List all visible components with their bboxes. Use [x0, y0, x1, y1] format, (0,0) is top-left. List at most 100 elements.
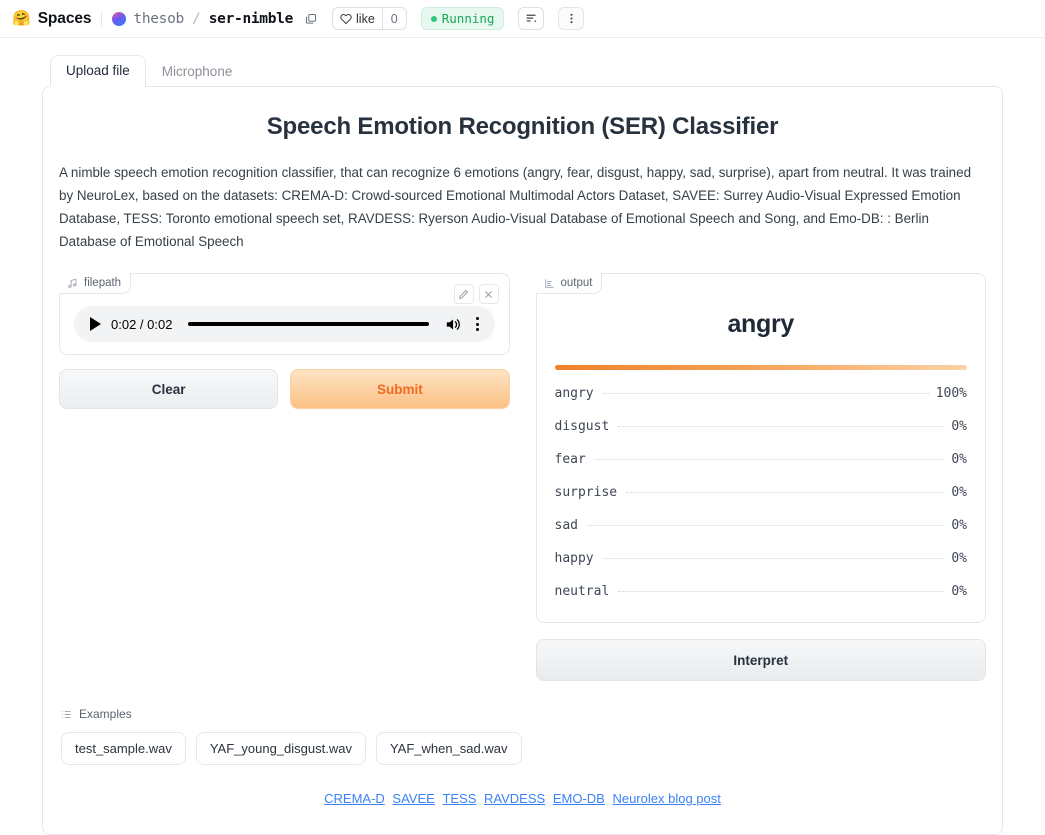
- status-dot-icon: [430, 15, 437, 22]
- logs-button[interactable]: [518, 7, 545, 30]
- footer-links: CREMA-D SAVEE TESS RAVDESS EMO-DB Neurol…: [57, 791, 988, 812]
- spaces-product-label[interactable]: Spaces: [38, 10, 92, 28]
- footer-link-emo-db[interactable]: EMO-DB: [553, 791, 605, 806]
- example-list: test_sample.wav YAF_young_disgust.wav YA…: [61, 732, 984, 766]
- confidence-row: sad 0%: [555, 509, 968, 542]
- page-title: Speech Emotion Recognition (SER) Classif…: [266, 113, 779, 140]
- confidence-row: neutral 0%: [555, 575, 968, 608]
- clear-button[interactable]: Clear: [59, 369, 279, 410]
- site-header: 🤗 Spaces thesob / ser-nimble like 0 Runn…: [0, 0, 1045, 38]
- confidence-value: 0%: [951, 419, 967, 435]
- leader-dots: [626, 492, 945, 494]
- confidence-value: 100%: [935, 386, 967, 402]
- like-label: like: [356, 11, 375, 26]
- leader-dots: [602, 393, 929, 395]
- footer-link-tess[interactable]: TESS: [442, 791, 476, 806]
- audio-time: 0:02 / 0:02: [111, 316, 173, 332]
- close-icon: [485, 290, 492, 298]
- header-divider: [101, 11, 103, 26]
- huggingface-logo-icon: 🤗: [12, 10, 31, 27]
- confidence-label: sad: [554, 518, 578, 534]
- content-columns: filepath 0:02 / 0:02 Clear Submit output…: [57, 273, 988, 682]
- confidence-row: fear 0%: [555, 443, 968, 476]
- footer-link-savee[interactable]: SAVEE: [392, 791, 434, 806]
- confidence-row: happy 0%: [555, 542, 968, 575]
- leader-dots: [602, 558, 945, 560]
- owner-avatar[interactable]: [112, 11, 127, 26]
- status-label: Running: [441, 11, 495, 26]
- audio-menu-icon[interactable]: [472, 317, 483, 332]
- lines-icon: [526, 14, 537, 23]
- footer-link-blog-post[interactable]: Neurolex blog post: [612, 791, 720, 806]
- confidence-label: neutral: [554, 584, 610, 600]
- clear-audio-button[interactable]: [478, 284, 499, 305]
- confidence-value: 0%: [951, 518, 967, 534]
- play-button-icon[interactable]: [90, 317, 101, 332]
- main-panel: Speech Emotion Recognition (SER) Classif…: [42, 86, 1003, 835]
- edit-audio-button[interactable]: [453, 284, 474, 305]
- submit-button[interactable]: Submit: [290, 369, 510, 410]
- confidence-label: disgust: [554, 419, 610, 435]
- kebab-menu-icon: [570, 13, 573, 24]
- like-group[interactable]: like 0: [332, 7, 407, 30]
- input-column: filepath 0:02 / 0:02 Clear Submit: [59, 273, 510, 681]
- filepath-label: filepath: [59, 273, 132, 295]
- interpret-button[interactable]: Interpret: [535, 639, 986, 682]
- footer-link-crema-d[interactable]: CREMA-D: [324, 791, 385, 806]
- tab-upload-file[interactable]: Upload file: [50, 55, 146, 87]
- gradio-app: Upload file Microphone Speech Emotion Re…: [0, 38, 1045, 835]
- bar-chart-icon: [544, 279, 554, 288]
- examples-title: Examples: [79, 707, 132, 722]
- leader-dots: [586, 525, 945, 527]
- confidence-label: surprise: [554, 485, 618, 501]
- audio-input-block: filepath 0:02 / 0:02: [59, 273, 510, 356]
- example-item[interactable]: YAF_when_sad.wav: [375, 732, 522, 766]
- filepath-label-text: filepath: [84, 277, 122, 290]
- confidence-value: 0%: [951, 452, 967, 468]
- breadcrumb-separator: /: [191, 10, 201, 27]
- tab-microphone[interactable]: Microphone: [146, 56, 249, 87]
- predicted-label: angry: [727, 310, 795, 339]
- tab-bar: Upload file Microphone: [42, 55, 1003, 87]
- pencil-icon: [458, 289, 469, 299]
- leader-dots: [618, 591, 945, 593]
- example-item[interactable]: YAF_young_disgust.wav: [195, 732, 366, 766]
- audio-tools: [453, 284, 499, 305]
- status-badge: Running: [420, 7, 505, 30]
- confidence-bar: [554, 365, 967, 371]
- owner-name[interactable]: thesob: [133, 11, 184, 27]
- footer-link-ravdess[interactable]: RAVDESS: [484, 791, 545, 806]
- examples-section: Examples test_sample.wav YAF_young_disgu…: [57, 707, 988, 766]
- like-count: 0: [381, 8, 406, 29]
- volume-icon[interactable]: [445, 317, 462, 332]
- more-options-button[interactable]: [558, 7, 585, 30]
- confidence-value: 0%: [951, 485, 967, 501]
- output-column: output angry angry 100% disgust 0% fear …: [535, 273, 986, 682]
- audio-progress-bar[interactable]: [188, 322, 429, 326]
- example-item[interactable]: test_sample.wav: [61, 732, 186, 766]
- confidence-label: angry: [554, 386, 594, 402]
- confidence-label: fear: [554, 452, 586, 468]
- confidence-list: angry 100% disgust 0% fear 0% surprise 0…: [555, 377, 968, 608]
- confidence-label: happy: [554, 551, 594, 567]
- confidence-row: angry 100%: [555, 377, 968, 410]
- like-button[interactable]: like: [333, 8, 382, 29]
- heart-icon: [340, 13, 352, 24]
- page-description: A nimble speech emotion recognition clas…: [59, 165, 972, 250]
- examples-header: Examples: [61, 707, 984, 721]
- confidence-value: 0%: [951, 551, 967, 567]
- output-label-block: output angry angry 100% disgust 0% fear …: [535, 273, 986, 624]
- audio-player[interactable]: 0:02 / 0:02: [74, 306, 495, 343]
- copy-icon[interactable]: [305, 13, 317, 25]
- confidence-row: disgust 0%: [555, 410, 968, 443]
- leader-dots: [618, 426, 945, 428]
- space-name[interactable]: ser-nimble: [209, 11, 294, 27]
- list-icon: [62, 710, 71, 718]
- music-note-icon: [68, 278, 77, 288]
- output-label-text: output: [560, 277, 593, 290]
- action-buttons: Clear Submit: [59, 369, 510, 410]
- confidence-value: 0%: [951, 584, 967, 600]
- leader-dots: [594, 459, 945, 461]
- output-label: output: [535, 273, 603, 295]
- confidence-row: surprise 0%: [555, 476, 968, 509]
